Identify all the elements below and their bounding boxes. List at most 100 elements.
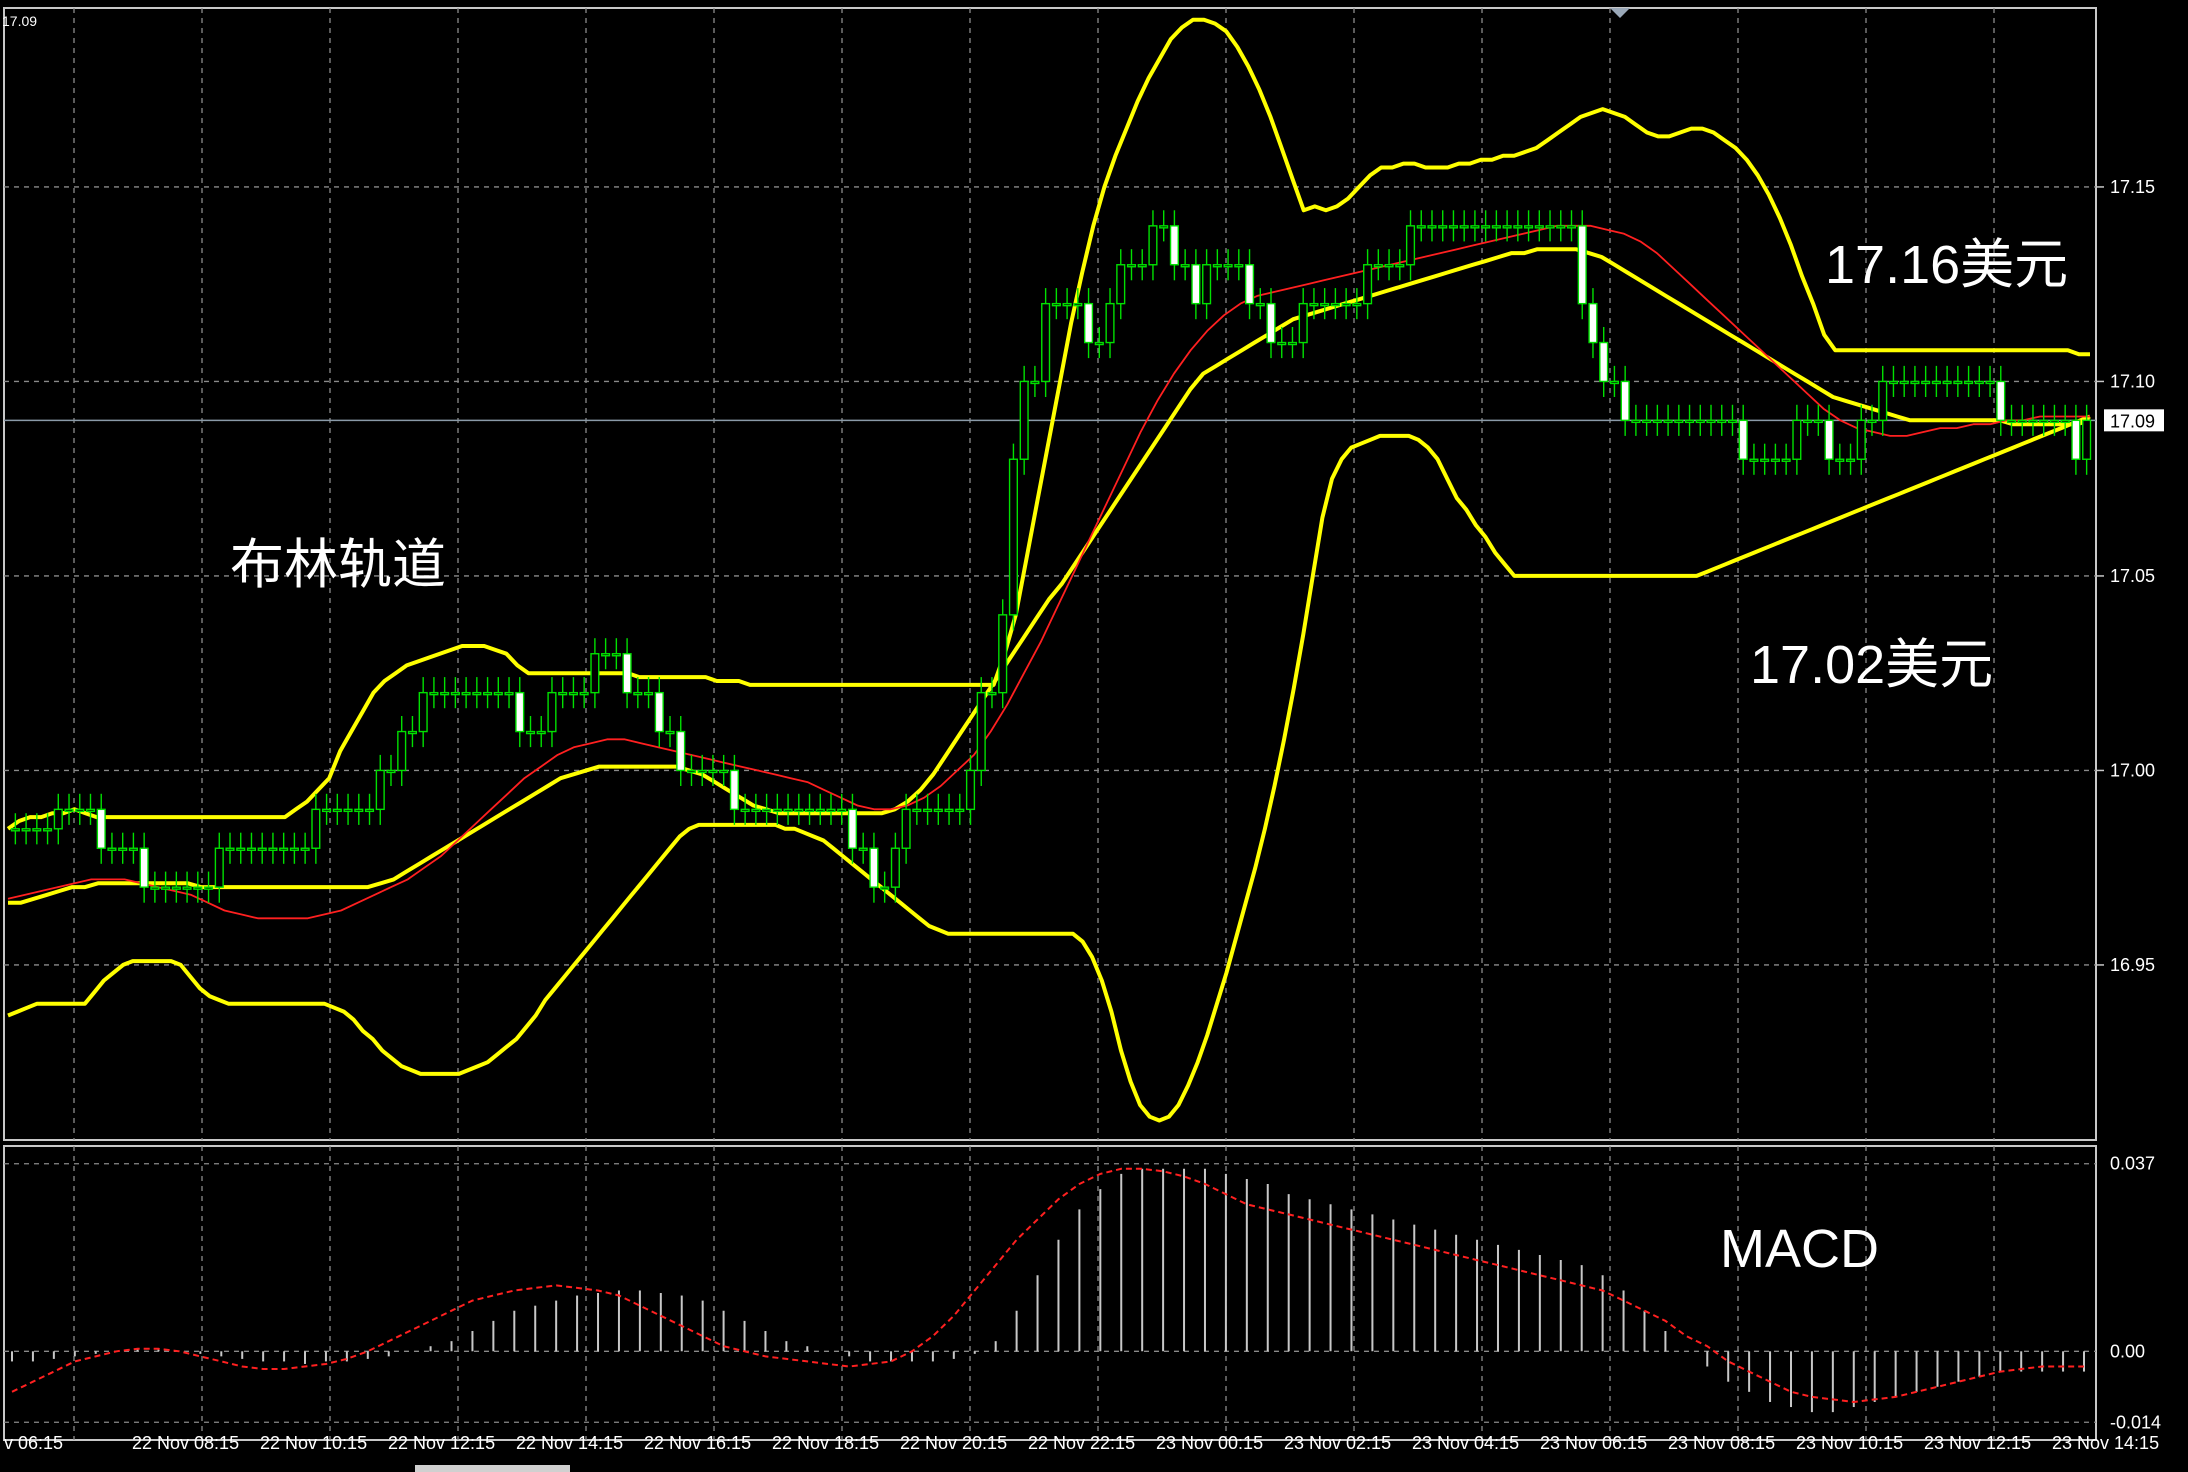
candle-body <box>96 808 106 849</box>
candle-body <box>10 828 20 832</box>
bollinger-annotation: 布林轨道 <box>230 535 446 595</box>
time-tick-label: 22 Nov 08:15 <box>132 1433 239 1453</box>
candle-body <box>107 847 117 851</box>
candle-body <box>1030 380 1040 385</box>
candle-body <box>1491 225 1501 229</box>
top-left-price-label: 17.09 <box>2 13 37 29</box>
candle-body <box>933 808 943 813</box>
candle-body <box>1287 341 1298 346</box>
candle-body <box>1620 380 1630 422</box>
candle-body <box>955 808 965 813</box>
candle-body <box>1008 458 1019 616</box>
candle-body <box>1309 302 1319 307</box>
candle-body <box>1459 225 1469 229</box>
candle-body <box>1191 264 1201 305</box>
candle-body <box>697 769 707 774</box>
candle-body <box>1717 419 1727 424</box>
candle-body <box>483 691 493 696</box>
candle-body <box>2028 419 2038 424</box>
time-tick-label: 23 Nov 04:15 <box>1412 1433 1519 1453</box>
candle-body <box>75 808 85 813</box>
candle-body <box>493 691 503 696</box>
candle-body <box>1438 225 1448 229</box>
candle-body <box>1921 380 1931 385</box>
candle-body <box>1835 458 1845 462</box>
time-tick-label: 22 Nov 10:15 <box>260 1433 367 1453</box>
candle-body <box>1116 264 1126 305</box>
candle-body <box>998 614 1008 694</box>
candle-body <box>558 691 568 696</box>
candle-body <box>579 691 589 696</box>
candle-body <box>53 808 63 830</box>
candle-body <box>1545 225 1555 229</box>
time-tick-label: 23 Nov 06:15 <box>1540 1433 1647 1453</box>
candle-body <box>633 691 643 696</box>
candle-body <box>923 808 933 813</box>
candle-body <box>139 847 149 888</box>
candle-body <box>1019 380 1029 460</box>
candle-body <box>1427 225 1437 229</box>
time-tick-label: 23 Nov 14:15 <box>2052 1433 2159 1453</box>
time-tick-label: 23 Nov 12:15 <box>1924 1433 2031 1453</box>
candle-body <box>1942 380 1952 385</box>
candle-body <box>1384 264 1394 268</box>
candle-body <box>601 653 611 657</box>
candle-body <box>2006 419 2017 424</box>
candle-body <box>847 808 858 849</box>
candle-body <box>1416 225 1426 229</box>
candle-body <box>1899 380 1909 385</box>
candle-body <box>794 808 804 813</box>
candle-body <box>762 808 772 813</box>
candle-body <box>1223 264 1233 268</box>
candle-body <box>708 769 718 774</box>
candle-body <box>1652 419 1662 424</box>
candle-body <box>1202 264 1212 305</box>
lower-price-annotation: 17.02美元 <box>1750 635 1994 695</box>
candle-body <box>826 808 836 813</box>
candle-body <box>1631 419 1641 424</box>
candle-body <box>643 691 654 696</box>
candle-body <box>590 653 600 694</box>
candle-body <box>429 691 439 696</box>
candle-body <box>1395 264 1405 268</box>
candle-body <box>719 769 729 774</box>
candle-body <box>32 828 42 832</box>
candle-body <box>1803 419 1813 424</box>
candle-body <box>815 808 825 813</box>
candle-body <box>1953 380 1963 385</box>
candle-body <box>611 653 621 657</box>
price-tick-label: 17.00 <box>2110 760 2155 780</box>
candle-body <box>472 691 482 696</box>
candle-body <box>504 691 514 696</box>
candle-body <box>1363 264 1373 305</box>
candle-body <box>965 769 976 811</box>
candle-body <box>869 847 879 888</box>
candle-body <box>1727 419 1738 424</box>
candle-body <box>268 847 278 851</box>
candle-body <box>407 730 418 735</box>
candle-body <box>1534 225 1544 229</box>
candle-body <box>375 769 385 811</box>
candle-body <box>1824 419 1834 460</box>
candle-body <box>246 847 257 851</box>
candle-body <box>2060 419 2070 424</box>
candle-body <box>1888 380 1899 385</box>
candle-body <box>1448 225 1459 229</box>
candle-body <box>171 886 181 890</box>
candle-body <box>418 691 428 733</box>
time-tick-label: 22 Nov 18:15 <box>772 1433 879 1453</box>
candle-body <box>1663 419 1673 424</box>
candle-body <box>1298 302 1308 344</box>
macd-tick-label: 0.00 <box>2110 1341 2145 1361</box>
candle-body <box>654 691 664 733</box>
candle-body <box>2082 419 2092 460</box>
macd-annotation: MACD <box>1720 1219 1879 1279</box>
candle-body <box>1706 419 1716 424</box>
candle-body <box>85 808 96 813</box>
price-tick-label: 17.05 <box>2110 566 2155 586</box>
candle-body <box>2039 419 2049 424</box>
candle-body <box>740 808 750 813</box>
candle-body <box>772 808 782 813</box>
candle-body <box>279 847 289 851</box>
candle-body <box>944 808 954 813</box>
